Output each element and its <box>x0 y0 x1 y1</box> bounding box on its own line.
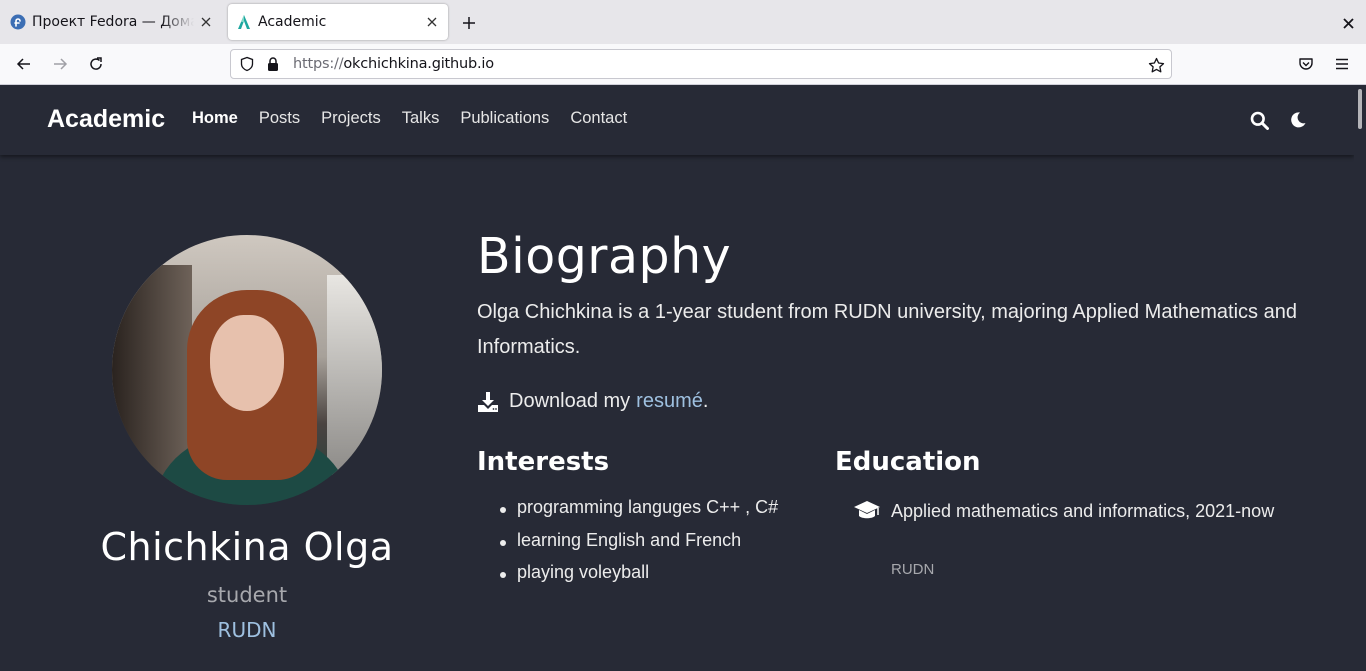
menu-button[interactable] <box>1328 50 1356 78</box>
avatar-background <box>327 275 382 475</box>
url-host: okchichkina.github.io <box>343 56 494 72</box>
resume-link[interactable]: resumé <box>636 390 703 413</box>
education-institution: RUDN <box>891 561 935 578</box>
nav-home[interactable]: Home <box>192 109 238 128</box>
education-course: Applied mathematics and informatics, 202… <box>891 501 1275 521</box>
site-navbar: Academic Home Posts Projects Talks Publi… <box>0 85 1354 155</box>
window-close-button[interactable] <box>1335 10 1361 36</box>
profile-role: student <box>206 583 288 607</box>
profile-name: Chichkina Olga <box>100 525 394 569</box>
tab-fedora[interactable]: Проект Fedora — Домашняя страница <box>4 4 222 40</box>
site-brand[interactable]: Academic <box>47 105 165 134</box>
url-text[interactable]: https://okchichkina.github.io <box>293 56 494 72</box>
tab-title: Academic <box>258 14 327 30</box>
forward-button[interactable] <box>46 50 74 78</box>
tab-close-icon[interactable] <box>420 10 444 34</box>
nav-posts[interactable]: Posts <box>259 109 300 128</box>
biography-text: Olga Chichkina is a 1-year student from … <box>477 301 1297 358</box>
nav-publications[interactable]: Publications <box>460 109 549 128</box>
lock-icon[interactable] <box>265 56 281 72</box>
hamburger-icon <box>1336 58 1348 70</box>
pocket-icon <box>1299 58 1313 70</box>
reload-button[interactable] <box>82 50 110 78</box>
profile-organization-link[interactable]: RUDN <box>0 618 494 642</box>
graduation-cap-icon <box>853 499 881 523</box>
interests-list: programming languges C++ , C# learning E… <box>497 497 778 595</box>
reload-icon <box>90 57 102 70</box>
download-resume: Download my resumé . <box>477 390 708 413</box>
address-bar[interactable]: https://okchichkina.github.io <box>230 49 1172 79</box>
profile-avatar <box>112 235 382 505</box>
plus-icon <box>463 17 475 29</box>
nav-projects[interactable]: Projects <box>321 109 381 128</box>
interests-title: Interests <box>477 447 610 477</box>
shield-icon[interactable] <box>239 56 255 72</box>
academic-icon <box>236 14 252 30</box>
interest-item: learning English and French <box>497 530 778 563</box>
browser-toolbar: https://okchichkina.github.io <box>0 44 1366 85</box>
education-title: Education <box>835 447 981 477</box>
download-icon <box>478 391 498 412</box>
tab-academic[interactable]: Academic <box>228 4 448 40</box>
nav-links: Home Posts Projects Talks Publications C… <box>192 109 648 128</box>
fedora-icon <box>10 14 26 30</box>
pocket-button[interactable] <box>1292 50 1320 78</box>
new-tab-button[interactable] <box>456 10 482 36</box>
tab-strip: Проект Fedora — Домашняя страница Academ… <box>0 0 1366 44</box>
tab-title: Проект Fedora — Домашняя страница <box>32 14 194 30</box>
arrow-right-icon <box>54 58 68 70</box>
interest-item: programming languges C++ , C# <box>497 497 778 530</box>
back-button[interactable] <box>10 50 38 78</box>
url-scheme: https:// <box>293 56 344 72</box>
download-prefix: Download my <box>509 390 631 412</box>
moon-icon[interactable] <box>1287 109 1309 131</box>
bookmark-star-icon[interactable] <box>1147 56 1165 74</box>
nav-contact[interactable]: Contact <box>570 109 627 128</box>
biography-title: Biography <box>477 228 732 285</box>
nav-talks[interactable]: Talks <box>402 109 440 128</box>
close-icon <box>1342 17 1354 29</box>
arrow-left-icon <box>16 58 30 70</box>
search-icon[interactable] <box>1248 109 1270 131</box>
web-page: Academic Home Posts Projects Talks Publi… <box>0 85 1354 671</box>
tab-close-icon[interactable] <box>194 10 218 34</box>
download-suffix: . <box>702 390 709 412</box>
interest-item: playing voleyball <box>497 562 778 595</box>
avatar-face <box>210 315 284 411</box>
scrollbar-thumb[interactable] <box>1358 89 1362 129</box>
page-scrollbar[interactable] <box>1354 85 1366 671</box>
